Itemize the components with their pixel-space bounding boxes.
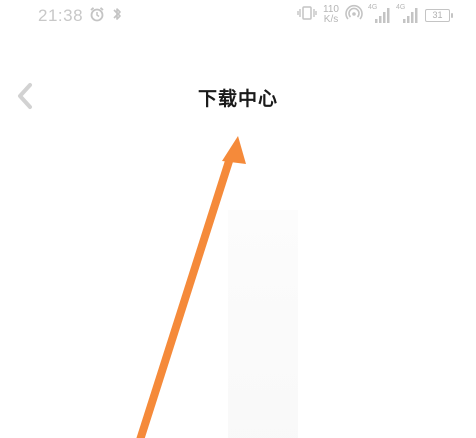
signal-2-label: 4G — [396, 4, 406, 11]
status-right: 110 K/s 4G 4G 31 — [297, 4, 453, 26]
signal-2: 4G — [396, 4, 419, 25]
signal-1: 4G — [368, 4, 391, 25]
alarm-icon — [89, 6, 105, 26]
status-time: 21:38 — [38, 6, 84, 25]
network-speed: 110 K/s — [323, 5, 339, 25]
hotspot-icon — [345, 4, 363, 26]
bluetooth-icon — [111, 6, 123, 26]
faded-panel — [228, 210, 298, 438]
network-speed-unit: K/s — [323, 14, 339, 25]
screen: 21:38 110 K/s 4G 4G 31 下载中心 — [0, 0, 476, 438]
signal-1-label: 4G — [368, 4, 378, 11]
page-title: 下载中心 — [197, 88, 278, 110]
battery-icon: 31 — [425, 8, 453, 22]
status-left: 21:38 — [38, 6, 123, 26]
vibrate-icon — [297, 5, 317, 25]
battery-level: 31 — [432, 10, 443, 20]
nav-bar: 下载中心 — [0, 62, 476, 132]
status-bar: 21:38 110 K/s 4G 4G 31 — [0, 0, 476, 34]
content-area — [0, 140, 476, 438]
